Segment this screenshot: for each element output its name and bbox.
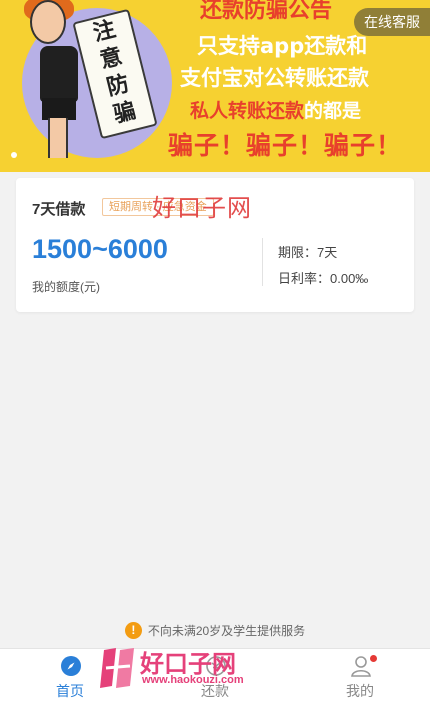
banner-illustration-skirt xyxy=(42,98,76,120)
loan-amount: 1500~6000 xyxy=(32,234,168,264)
banner-illustration-body xyxy=(40,46,78,102)
notification-dot xyxy=(370,655,377,662)
logo-mark-icon xyxy=(100,648,134,688)
watermark-text: 好口子网 xyxy=(152,194,252,222)
carousel-indicator-dot[interactable] xyxy=(11,152,17,158)
banner-line-3-highlight: 私人转账还款 xyxy=(190,100,305,122)
card-divider xyxy=(262,238,263,286)
banner-illustration-legs xyxy=(48,118,68,158)
notice-text: 不向未满20岁及学生提供服务 xyxy=(147,624,306,638)
loan-title: 7天借款 xyxy=(32,201,86,218)
loan-term: 期限：7天 xyxy=(278,245,338,260)
banner-line-3-suffix: 的都是 xyxy=(304,100,362,122)
loan-product-card[interactable]: 7天借款 短期周转 · 应急资金 好口子网 1500~6000 我的额度(元) … xyxy=(16,178,414,312)
tab-mine[interactable]: 我的 xyxy=(310,649,410,702)
online-service-button[interactable]: 在线客服 xyxy=(354,8,430,36)
compass-icon xyxy=(61,656,81,676)
tab-mine-label: 我的 xyxy=(346,683,374,699)
loan-daily-rate: 日利率：0.00‰ xyxy=(278,271,369,286)
banner-line-1: 只支持app还款和 xyxy=(197,34,368,58)
watermark-logo: 好口子网 www.haokouzi.com xyxy=(98,644,258,692)
loan-amount-label: 我的额度(元) xyxy=(32,280,100,294)
banner-title: 还款防骗公告 xyxy=(200,0,333,23)
banner-illustration-head xyxy=(30,0,66,44)
logo-url-text: www.haokouzi.com xyxy=(142,674,244,686)
age-notice: ! 不向未满20岁及学生提供服务 xyxy=(0,622,430,644)
banner-line-2: 支付宝对公转账还款 xyxy=(180,66,369,90)
user-icon xyxy=(351,656,371,677)
banner-line-3: 私人转账还款的都是 xyxy=(190,96,361,123)
warning-icon: ! xyxy=(124,622,142,639)
banner-line-4: 骗子！骗子！骗子！ xyxy=(168,131,403,160)
